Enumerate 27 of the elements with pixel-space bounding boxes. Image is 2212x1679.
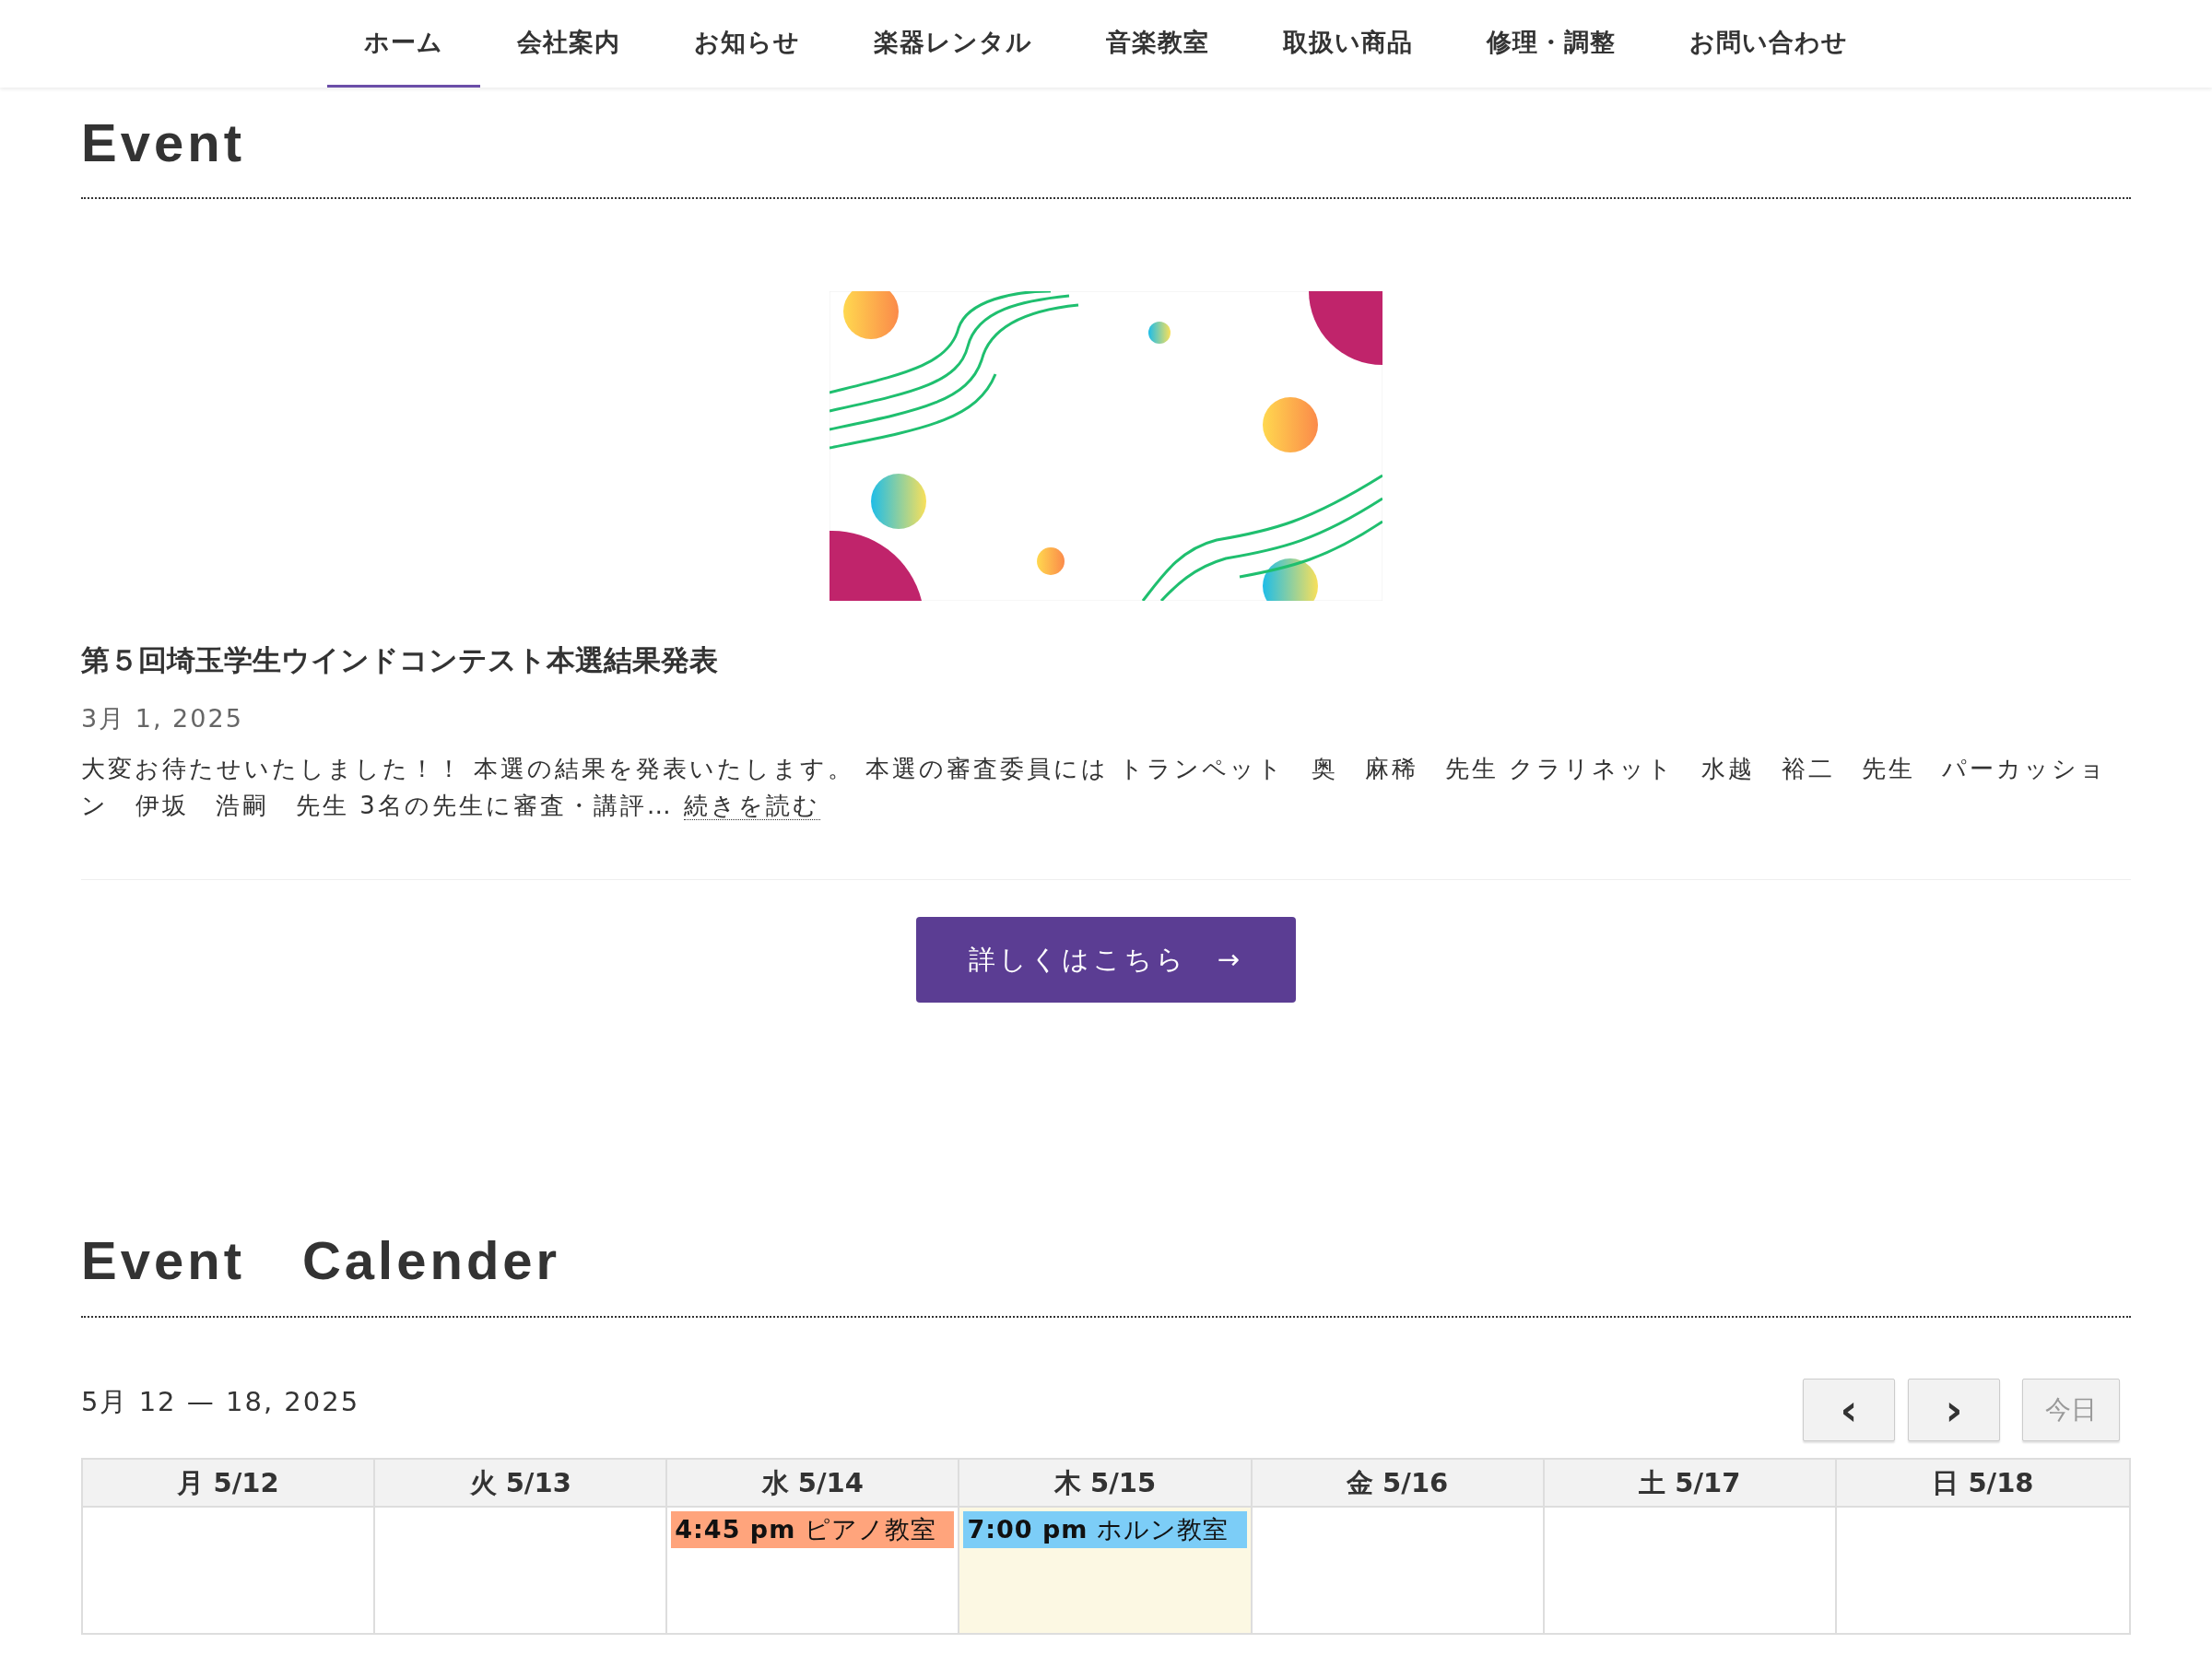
day-header: 土 5/17 <box>1544 1459 1837 1508</box>
read-more-link[interactable]: 続きを読む <box>684 792 821 821</box>
next-button[interactable]: › <box>1908 1378 2000 1441</box>
day-header: 木 5/15 <box>959 1459 1253 1508</box>
day-header: 火 5/13 <box>375 1459 668 1508</box>
nav-tab[interactable]: ホーム <box>327 0 480 88</box>
day-header: 日 5/18 <box>1836 1459 2129 1508</box>
section-heading: Event Calender <box>81 1229 562 1293</box>
post-title[interactable]: 第５回埼玉学生ウインドコンテスト本選結果発表 <box>81 641 2131 681</box>
previous-button[interactable]: ‹ <box>1803 1378 1895 1441</box>
nav-tab[interactable]: お問い合わせ <box>1653 0 1885 88</box>
day-header: 金 5/16 <box>1252 1459 1545 1508</box>
calendar-event[interactable]: 7:00 pm ホルン教室 <box>963 1510 1247 1548</box>
nav-tab[interactable]: 修理・調整 <box>1450 0 1653 88</box>
day-header: 水 5/14 <box>667 1459 960 1508</box>
details-button[interactable]: 詳しくはこちら → <box>916 917 1296 1004</box>
calendar-event[interactable]: 4:45 pm ピアノ教室 <box>671 1510 955 1548</box>
date-range: 5月 12 — 18, 2025 <box>81 1384 360 1419</box>
day-header: 月 5/12 <box>83 1459 376 1508</box>
section-heading: Event <box>81 112 246 174</box>
nav-tab[interactable]: 取扱い商品 <box>1246 0 1450 88</box>
nav-tab[interactable]: 会社案内 <box>480 0 657 88</box>
post-date: 3月 1, 2025 <box>81 703 244 735</box>
nav-tab[interactable]: 楽器レンタル <box>837 0 1069 88</box>
post-excerpt: 大変お待たせいたしました！！ 本選の結果を発表いたします。 本選の審査委員には トランペット 奥 麻稀 先生 クラリネット 水越 裕二 先生 パーカッション 伊坂 浩嗣 先生 3名の先生に審査・講評… 続きを読む <box>81 754 2109 823</box>
nav-tab[interactable]: お知らせ <box>657 0 837 88</box>
nav-tab[interactable]: 音楽教室 <box>1069 0 1246 88</box>
